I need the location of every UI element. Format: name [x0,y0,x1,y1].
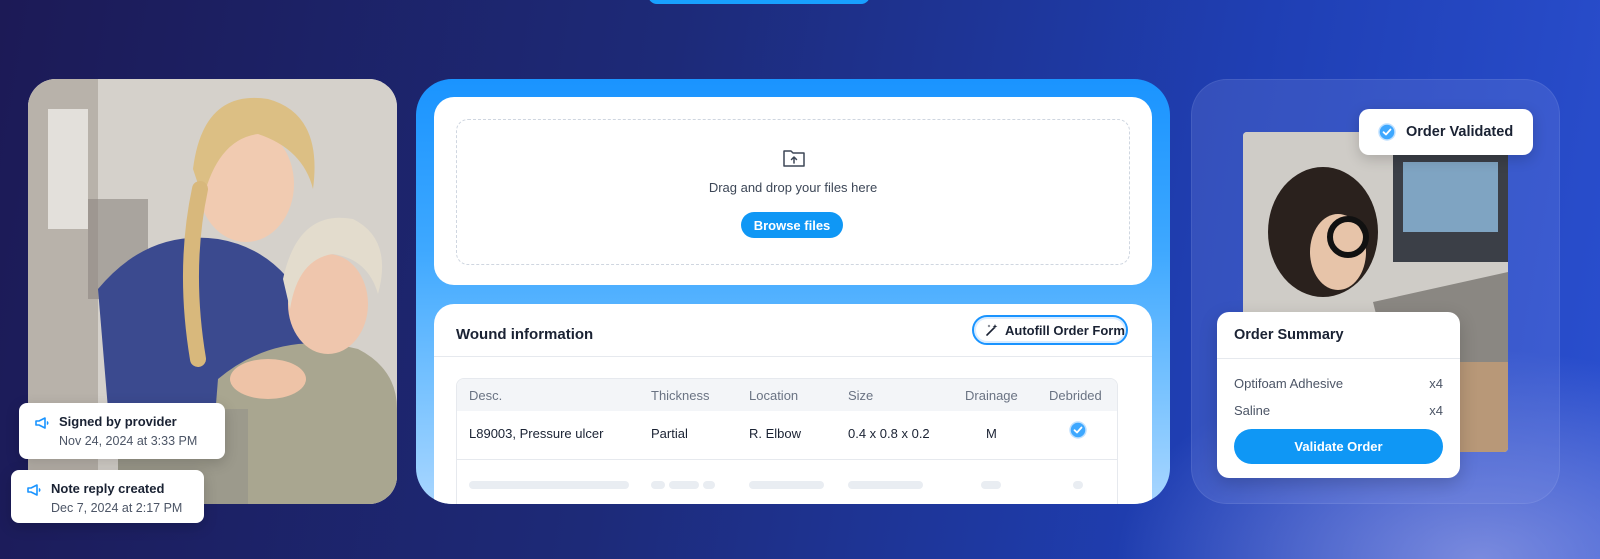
item-name: Saline [1234,403,1271,418]
col-desc: Desc. [469,388,503,403]
megaphone-icon [35,417,49,429]
toast-title: Note reply created [51,481,165,496]
order-form-panel: Drag and drop your files here Browse fil… [416,79,1170,504]
dropzone-text: Drag and drop your files here [708,180,878,195]
magic-wand-icon [986,324,998,336]
item-name: Optifoam Adhesive [1234,376,1344,391]
skeleton-placeholder [981,481,1001,489]
order-validated-badge: Order Validated [1359,109,1533,155]
divider [1217,358,1460,359]
summary-line-item: Saline x4 [1234,403,1443,418]
autofill-order-form-button[interactable]: Autofill Order Form [972,315,1128,345]
order-summary-card: Order Summary Optifoam Adhesive x4 Salin… [1217,312,1460,478]
skeleton-placeholder [703,481,715,489]
cell-desc: L89003, Pressure ulcer [469,426,604,441]
item-qty: x4 [1429,376,1443,391]
item-qty: x4 [1429,403,1443,418]
validated-label: Order Validated [1406,124,1514,140]
skeleton-placeholder [749,481,824,489]
skeleton-placeholder [848,481,923,489]
debrided-check-icon [1069,421,1087,439]
summary-line-item: Optifoam Adhesive x4 [1234,376,1443,391]
check-circle-icon [1378,123,1396,141]
folder-upload-icon [783,150,805,167]
toast-title: Signed by provider [59,414,177,429]
validate-order-button[interactable]: Validate Order [1234,429,1443,464]
top-cta-button-fragment[interactable] [648,0,870,4]
autofill-label: Autofill Order Form [1005,322,1125,338]
cell-size: 0.4 x 0.8 x 0.2 [848,426,930,441]
toast-timestamp: Nov 24, 2024 at 3:33 PM [59,434,198,448]
toast-timestamp: Dec 7, 2024 at 2:17 PM [51,501,183,515]
skeleton-placeholder [469,481,629,489]
order-summary-title: Order Summary [1234,327,1344,343]
cell-thickness: Partial [651,426,688,441]
skeleton-placeholder [651,481,665,489]
skeleton-placeholder [669,481,699,489]
cell-drainage: M [986,426,997,441]
skeleton-placeholder [1073,481,1083,489]
col-thickness: Thickness [651,388,710,403]
col-location: Location [749,388,799,403]
col-drainage: Drainage [965,388,1018,403]
col-debrided: Debrided [1049,388,1102,403]
megaphone-icon [27,484,41,496]
cell-location: R. Elbow [749,426,802,441]
divider [434,356,1152,357]
col-size: Size [848,388,874,403]
wound-section-title: Wound information [456,326,594,343]
wound-table: Desc. Thickness Location Size Drainage D… [456,378,1118,504]
signed-by-provider-toast: Signed by provider Nov 24, 2024 at 3:33 … [19,403,225,459]
file-upload-card: Drag and drop your files here Browse fil… [434,97,1152,285]
file-dropzone[interactable]: Drag and drop your files here Browse fil… [456,119,1130,265]
row-divider [457,459,1117,460]
wound-information-card: Wound information Autofill Order Form De… [434,304,1152,504]
browse-files-button[interactable]: Browse files [741,212,843,238]
note-reply-toast: Note reply created Dec 7, 2024 at 2:17 P… [11,470,204,523]
